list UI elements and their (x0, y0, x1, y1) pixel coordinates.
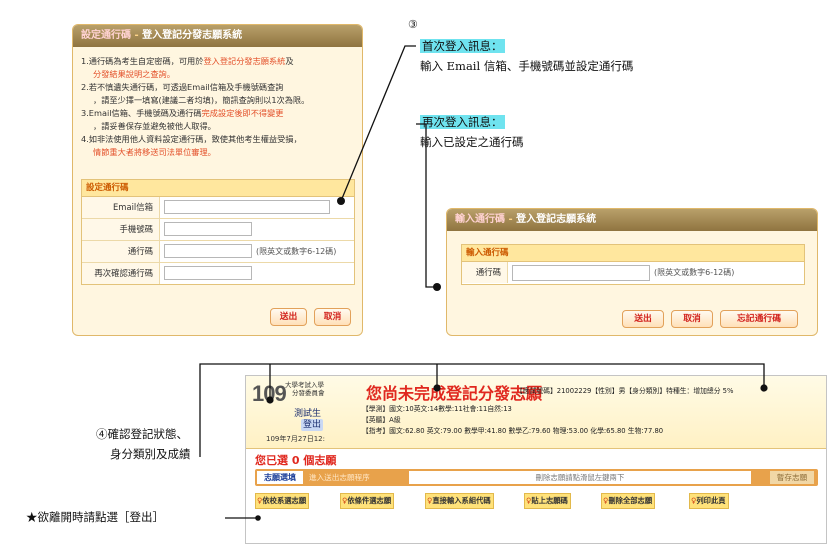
connector-first-login (340, 45, 416, 202)
connector-lines (199, 45, 768, 521)
connector-again-login (416, 123, 437, 288)
dot-again-login (433, 283, 441, 291)
dot-status-left (266, 396, 274, 404)
connector-status (199, 363, 765, 457)
dot-status-right (760, 384, 768, 392)
dot-status-mid (433, 384, 441, 392)
dot-first-login (337, 197, 345, 205)
dot-logout (255, 515, 261, 521)
